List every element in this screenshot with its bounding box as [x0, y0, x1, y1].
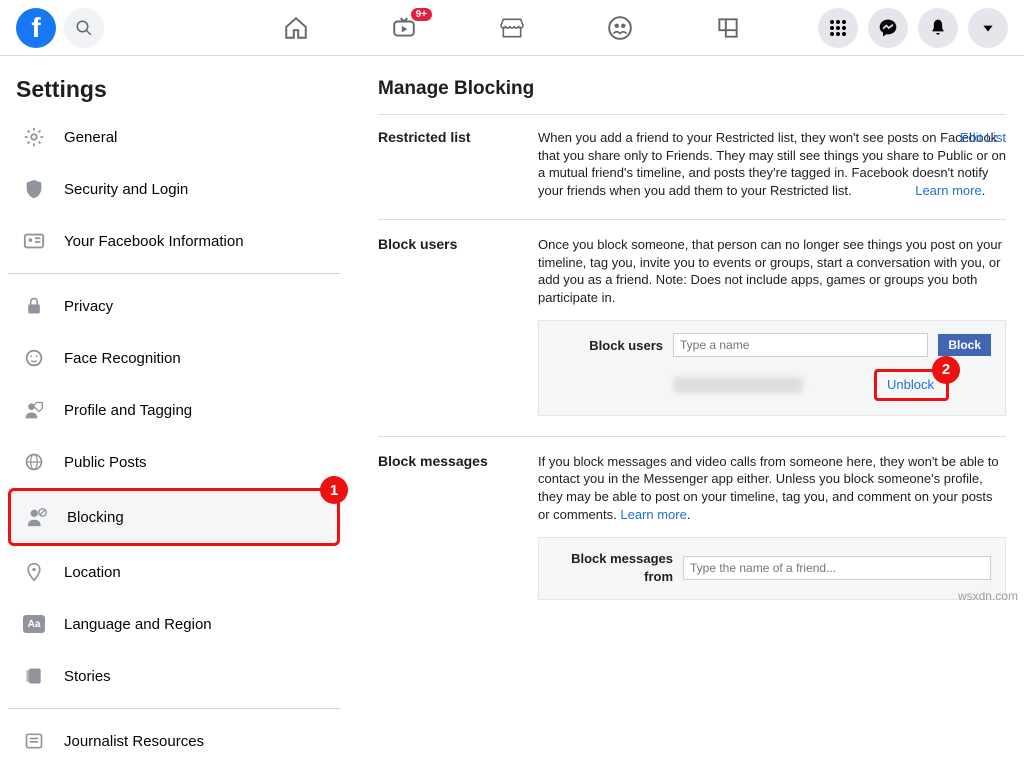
sidebar-item-label: Language and Region [64, 616, 212, 633]
sidebar-item-label: Face Recognition [64, 350, 181, 367]
groups-icon[interactable] [606, 14, 634, 42]
gaming-icon[interactable] [714, 14, 742, 42]
watch-icon[interactable]: 9+ [390, 14, 418, 42]
sidebar-item-location[interactable]: Location [8, 546, 340, 598]
gear-icon [16, 119, 52, 155]
block-users-box: Block users Block Unblock 2 [538, 320, 1006, 416]
marketplace-icon[interactable] [498, 14, 526, 42]
block-button[interactable]: Block [938, 334, 991, 356]
sidebar-item-profiletag[interactable]: Profile and Tagging [8, 384, 340, 436]
account-button[interactable] [968, 8, 1008, 48]
page-title: Manage Blocking [378, 78, 1006, 100]
center-nav: 9+ [282, 0, 742, 56]
watermark: wsxdn.com [958, 589, 1018, 603]
blocked-user-name [673, 377, 803, 393]
sidebar-item-label: Journalist Resources [64, 733, 204, 750]
language-icon: Aa [16, 606, 52, 642]
block-users-text: Once you block someone, that person can … [538, 237, 1002, 305]
sidebar-item-general[interactable]: General [8, 111, 340, 163]
divider [8, 273, 340, 274]
edit-list-link[interactable]: Edit List [960, 129, 1006, 147]
section-label: Restricted list [378, 129, 538, 199]
sidebar-item-publicposts[interactable]: Public Posts [8, 436, 340, 488]
sidebar-item-language[interactable]: Aa Language and Region [8, 598, 340, 650]
section-label: Block messages [378, 453, 538, 600]
unblock-link[interactable]: Unblock 2 [874, 369, 949, 401]
block-users-sublabel: Block users [553, 337, 663, 355]
section-block-messages: Block messages If you block messages and… [378, 453, 1006, 620]
block-users-input[interactable] [673, 333, 928, 357]
settings-sidebar: Settings General Security and Login Your… [0, 56, 348, 783]
sidebar-item-privacy[interactable]: Privacy [8, 280, 340, 332]
sidebar-item-blocking[interactable]: Blocking [8, 488, 340, 546]
sidebar-item-label: Profile and Tagging [64, 402, 192, 419]
bell-icon [928, 18, 948, 38]
block-messages-box: Block messages from [538, 537, 1006, 600]
section-block-users: Block users Once you block someone, that… [378, 236, 1006, 437]
annotation-2: 2 [932, 356, 960, 384]
tag-icon [16, 392, 52, 428]
sidebar-item-security[interactable]: Security and Login [8, 163, 340, 215]
messenger-button[interactable] [868, 8, 908, 48]
sidebar-item-label: General [64, 129, 117, 146]
chevron-down-icon [981, 21, 995, 35]
sidebar-item-label: Location [64, 564, 121, 581]
blocking-icon [19, 499, 55, 535]
home-icon[interactable] [282, 14, 310, 42]
sidebar-item-label: Security and Login [64, 181, 188, 198]
globe-icon [16, 444, 52, 480]
shield-icon [16, 171, 52, 207]
sidebar-item-label: Blocking [67, 509, 124, 526]
divider [8, 708, 340, 709]
search-button[interactable] [64, 8, 104, 48]
block-messages-text: If you block messages and video calls fr… [538, 454, 999, 522]
menu-button[interactable] [818, 8, 858, 48]
lock-icon [16, 288, 52, 324]
sidebar-item-yourinfo[interactable]: Your Facebook Information [8, 215, 340, 267]
section-restricted: Restricted list Edit List When you add a… [378, 129, 1006, 220]
learn-more-link[interactable]: Learn more [620, 507, 686, 522]
info-card-icon [16, 223, 52, 259]
sidebar-item-journalist[interactable]: Journalist Resources [8, 715, 340, 767]
sidebar-item-face[interactable]: Face Recognition [8, 332, 340, 384]
sidebar-item-label: Your Facebook Information [64, 233, 244, 250]
learn-more-link[interactable]: Learn more [915, 183, 981, 198]
sidebar-item-label: Public Posts [64, 454, 147, 471]
top-bar: f 9+ [0, 0, 1024, 56]
face-icon [16, 340, 52, 376]
facebook-logo[interactable]: f [16, 8, 56, 48]
sidebar-item-stories[interactable]: Stories [8, 650, 340, 702]
news-icon [16, 723, 52, 759]
location-icon [16, 554, 52, 590]
settings-title: Settings [8, 72, 340, 111]
divider [378, 114, 1006, 115]
sidebar-item-label: Privacy [64, 298, 113, 315]
block-messages-sublabel: Block messages from [553, 550, 673, 585]
content-area: Manage Blocking Restricted list Edit Lis… [348, 56, 1024, 783]
notifications-button[interactable] [918, 8, 958, 48]
annotation-1: 1 [320, 476, 348, 504]
right-nav [818, 8, 1008, 48]
stories-icon [16, 658, 52, 694]
sidebar-item-label: Stories [64, 668, 111, 685]
block-messages-input[interactable] [683, 556, 991, 580]
watch-badge: 9+ [411, 8, 432, 21]
section-label: Block users [378, 236, 538, 416]
search-icon [75, 19, 93, 37]
grid-icon [829, 19, 847, 37]
messenger-icon [878, 18, 898, 38]
